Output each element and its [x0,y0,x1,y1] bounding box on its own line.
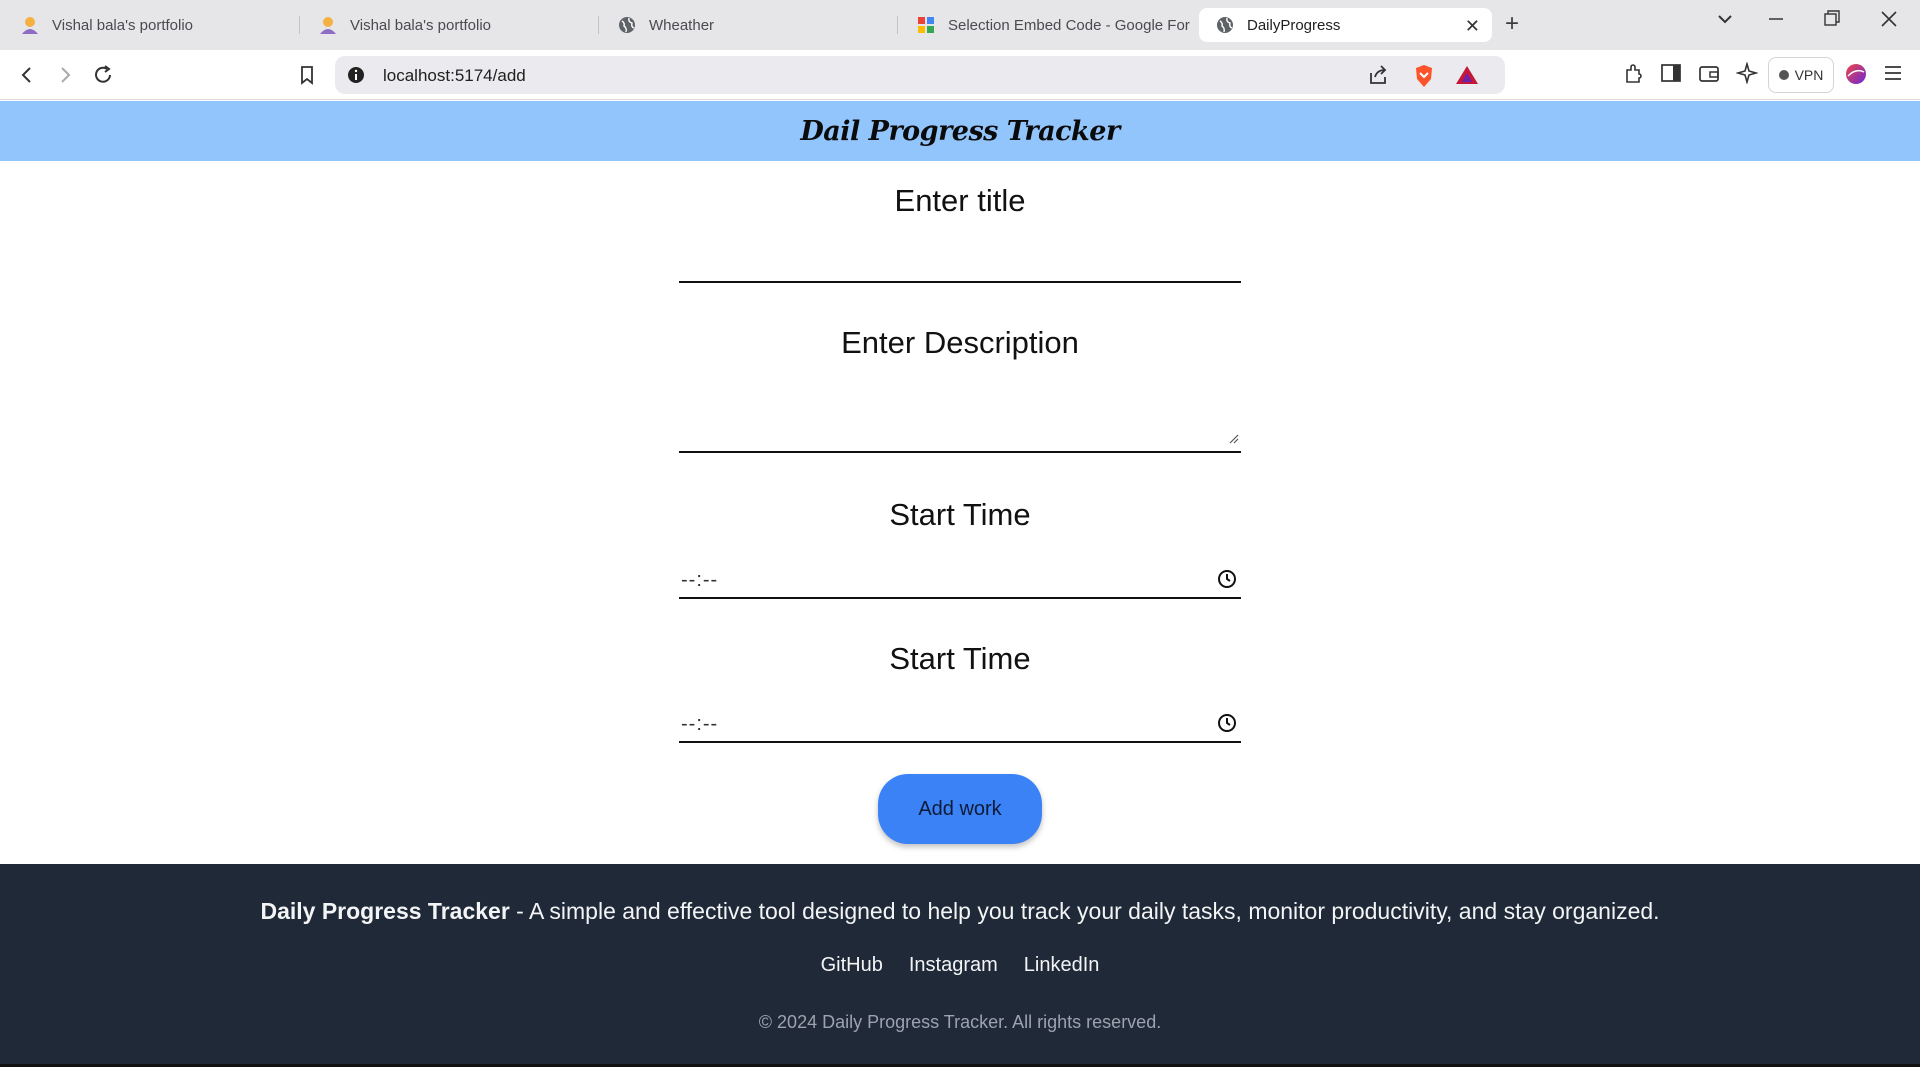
restore-icon[interactable] [1824,10,1840,34]
avatar-icon [318,15,338,35]
browser-toolbar: localhost:5174/add VPN [0,50,1920,100]
resize-handle-icon[interactable] [1227,431,1239,449]
end-time-label: Start Time [889,641,1031,676]
add-work-button[interactable]: Add work [878,774,1042,844]
footer-tagline: Daily Progress Tracker - A simple and ef… [0,898,1920,925]
tab-portfolio-2[interactable]: Vishal bala's portfolio [302,8,592,42]
tab-label: DailyProgress [1247,16,1341,34]
menu-icon[interactable] [1882,62,1904,89]
tab-google-forms[interactable]: Selection Embed Code - Google For [900,8,1190,42]
globe-icon [1215,15,1235,35]
url-text: localhost:5174/add [383,66,526,85]
tab-separator [598,16,599,34]
tab-label: Wheather [649,16,715,34]
instagram-link[interactable]: Instagram [909,954,998,977]
tab-separator [897,16,898,34]
github-link[interactable]: GitHub [821,954,883,977]
footer-links: GitHub Instagram LinkedIn [0,954,1920,977]
avatar-icon [20,15,40,35]
wallet-icon[interactable] [1698,62,1720,89]
globe-icon [617,15,637,35]
tab-label: Selection Embed Code - Google For [948,16,1190,34]
tab-separator [299,16,300,34]
description-label: Enter Description [841,325,1079,360]
start-time-label: Start Time [889,497,1031,532]
new-tab-icon[interactable]: + [1505,10,1519,38]
brave-rewards-icon[interactable] [1455,64,1479,91]
leo-ai-icon[interactable] [1735,61,1759,89]
tab-label: Vishal bala's portfolio [52,16,194,34]
end-time-input[interactable]: --:-- [679,703,1241,743]
app-header: Dail Progress Tracker [0,101,1920,161]
vpn-label: VPN [1794,67,1824,83]
start-time-placeholder: --:-- [681,569,719,591]
end-time-placeholder: --:-- [681,713,719,735]
close-window-icon[interactable] [1880,10,1898,34]
vpn-button[interactable]: VPN [1768,57,1834,93]
page-bottom-edge [0,1064,1920,1080]
close-tab-icon[interactable]: ✕ [1465,16,1480,37]
info-icon[interactable] [347,66,365,89]
extensions-icon[interactable] [1622,62,1646,91]
address-bar[interactable]: localhost:5174/add [335,56,1505,94]
linkedin-link[interactable]: LinkedIn [1024,954,1100,977]
tab-label: Vishal bala's portfolio [350,16,492,34]
sidebar-icon[interactable] [1660,62,1682,89]
clock-icon[interactable] [1217,569,1237,594]
back-icon[interactable] [14,62,40,88]
copyright: © 2024 Daily Progress Tracker. All right… [758,1012,1162,1032]
profile-icon[interactable] [1844,62,1868,91]
title-input[interactable] [679,247,1241,283]
reload-icon[interactable] [90,62,116,88]
app-title: Dail Progress Tracker [800,115,1120,147]
bookmark-icon[interactable] [294,62,320,88]
title-label: Enter title [894,183,1026,218]
brave-shield-icon[interactable] [1413,64,1435,93]
clock-icon[interactable] [1217,713,1237,738]
tab-wheather[interactable]: Wheather [601,8,891,42]
description-textarea[interactable] [679,381,1241,453]
share-icon[interactable] [1367,64,1389,91]
forward-icon[interactable] [52,62,78,88]
footer-brand: Daily Progress Tracker [260,898,510,924]
footer-description: - A simple and effective tool designed t… [509,898,1660,924]
footer: Daily Progress Tracker - A simple and ef… [0,864,1920,1064]
vpn-status-icon [1778,70,1789,80]
start-time-input[interactable]: --:-- [679,559,1241,599]
tab-portfolio-1[interactable]: Vishal bala's portfolio [4,8,294,42]
add-work-form: Enter title Enter Description Start Time… [679,161,1241,861]
tab-list-chevron-icon[interactable] [1716,10,1734,34]
google-icon [916,15,936,35]
browser-tab-bar: Vishal bala's portfolio Vishal bala's po… [0,0,1920,50]
tab-dailyprogress[interactable]: DailyProgress ✕ [1199,8,1492,42]
minimize-icon[interactable] [1768,10,1784,34]
